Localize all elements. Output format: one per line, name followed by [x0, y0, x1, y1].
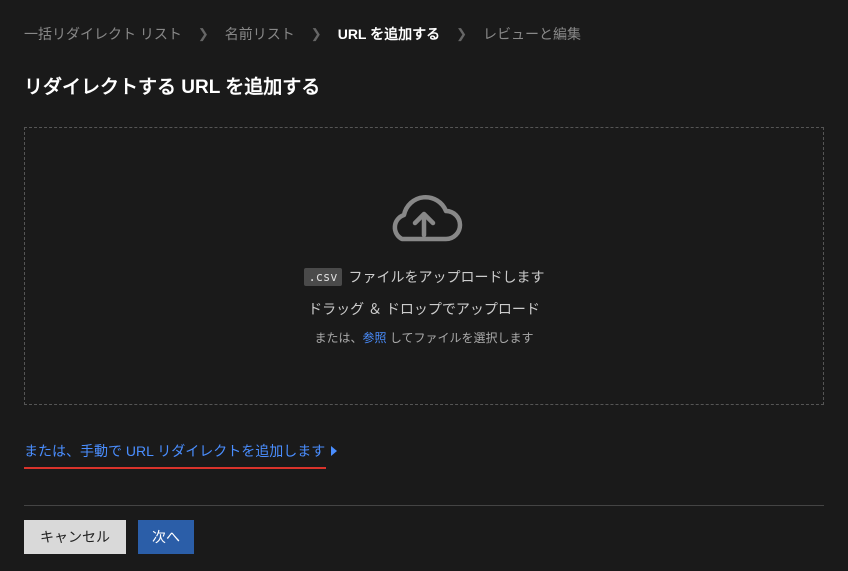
upload-hint-drag: ドラッグ ＆ ドロップでアップロード	[308, 299, 540, 319]
manual-add-link[interactable]: または、手動で URL リダイレクトを追加します	[24, 441, 337, 461]
cancel-button[interactable]: キャンセル	[24, 520, 126, 554]
upload-hint-browse: または、参照 してファイルを選択します	[314, 329, 533, 346]
highlight-underline	[24, 467, 326, 469]
manual-add-link-label: または、手動で URL リダイレクトを追加します	[24, 441, 325, 461]
upload-suffix-text: ファイルをアップロードします	[348, 267, 544, 287]
csv-badge: .csv	[304, 268, 343, 286]
footer-actions: キャンセル 次へ	[24, 520, 824, 554]
chevron-right-icon: ❯	[456, 26, 467, 42]
breadcrumb-item-bulk-list[interactable]: 一括リダイレクト リスト	[24, 24, 182, 44]
next-button[interactable]: 次へ	[138, 520, 194, 554]
cloud-upload-icon	[383, 187, 465, 259]
breadcrumb-item-name-list[interactable]: 名前リスト	[225, 24, 295, 44]
browse-link[interactable]: 参照	[363, 331, 387, 345]
breadcrumb-item-add-url: URL を追加する	[338, 24, 440, 44]
breadcrumb: 一括リダイレクト リスト ❯ 名前リスト ❯ URL を追加する ❯ レビューと…	[24, 24, 824, 44]
page-title: リダイレクトする URL を追加する	[24, 72, 824, 99]
breadcrumb-item-review: レビューと編集	[483, 24, 581, 44]
chevron-right-icon: ❯	[198, 26, 209, 42]
triangle-right-icon	[331, 446, 337, 456]
or-suffix-text: してファイルを選択します	[387, 331, 534, 345]
file-dropzone[interactable]: .csv ファイルをアップロードします ドラッグ ＆ ドロップでアップロード ま…	[24, 127, 824, 405]
chevron-right-icon: ❯	[311, 26, 322, 42]
or-prefix-text: または、	[314, 331, 362, 345]
footer-divider	[24, 505, 824, 506]
upload-hint-file: .csv ファイルをアップロードします	[304, 267, 545, 287]
